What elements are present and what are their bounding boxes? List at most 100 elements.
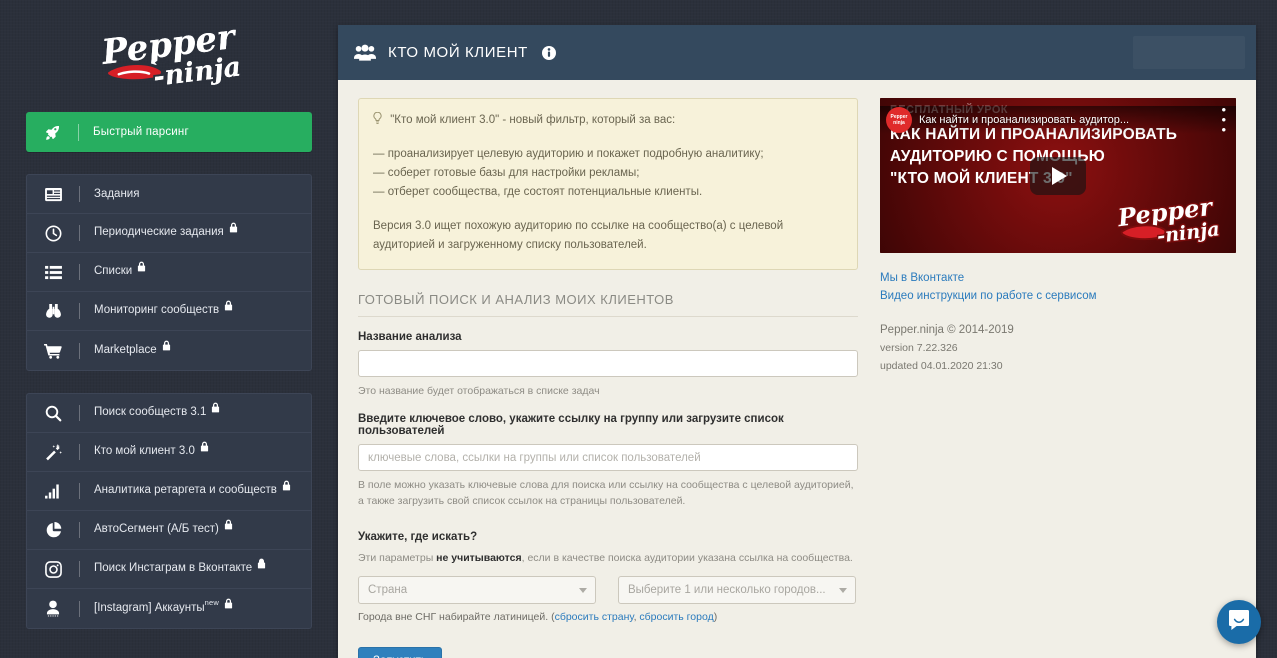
label-text: Кто мой клиент 3.0 <box>94 445 195 457</box>
keyword-hint: В поле можно указать ключевые слова для … <box>358 479 854 507</box>
quick-parsing-button[interactable]: Быстрый парсинг <box>26 112 312 152</box>
sidebar-item-marketplace[interactable]: Marketplace <box>27 331 311 370</box>
alert-bullet-2: — соберет готовые базы для настройки рек… <box>373 167 640 179</box>
users-icon <box>354 44 376 61</box>
side-links: Мы в Вконтакте Видео инструкции по работ… <box>880 269 1236 305</box>
lock-icon <box>229 222 238 236</box>
sidebar: Pepper Pepper -ninja -ninja Быстрый парс… <box>0 0 338 658</box>
sidebar-item-kto-moy-klient[interactable]: Кто мой клиент 3.0 <box>27 433 311 472</box>
lock-icon <box>224 598 233 612</box>
sidebar-item-avtosegment[interactable]: АвтоСегмент (А/Б тест) <box>27 511 311 550</box>
analysis-name-input[interactable] <box>358 350 858 377</box>
country-select-value: Страна <box>368 584 408 596</box>
chat-bubble-icon <box>1227 608 1251 637</box>
quick-parsing-label: Быстрый парсинг <box>93 126 189 138</box>
page-title: КТО МОЙ КЛИЕНТ <box>388 44 528 61</box>
play-icon[interactable] <box>1030 156 1086 195</box>
keyword-label: Введите ключевое слово, укажите ссылку н… <box>358 413 784 437</box>
reset-close: ) <box>713 611 718 623</box>
where-to-search-section: Укажите, где искать? Эти параметры не уч… <box>358 531 858 623</box>
reset-hint: Города вне СНГ набирайте латиницей. (сбр… <box>358 611 858 623</box>
where-hint-suffix: , если в качестве поиска аудитории указа… <box>521 552 853 564</box>
video-instructions-link[interactable]: Видео инструкции по работе с сервисом <box>880 287 1236 305</box>
sidebar-item-monitoring-soobshchestv[interactable]: Мониторинг сообществ <box>27 292 311 331</box>
lock-icon <box>257 558 266 572</box>
info-alert: "Кто мой клиент 3.0" - новый фильтр, кот… <box>358 98 858 270</box>
submit-button[interactable]: Запустить <box>358 647 442 658</box>
where-label: Укажите, где искать? <box>358 531 478 543</box>
lock-icon <box>211 402 220 416</box>
label-text: АвтоСегмент (А/Б тест) <box>94 523 219 535</box>
label-text: Мониторинг сообществ <box>94 304 220 316</box>
lightbulb-icon <box>373 111 385 126</box>
reset-hint-text: Города вне СНГ набирайте латиницей. ( <box>358 611 555 623</box>
sidebar-item-label: Мониторинг сообществ <box>80 300 233 318</box>
header-placeholder <box>1133 36 1245 69</box>
where-hint-prefix: Эти параметры <box>358 552 437 564</box>
sidebar-item-spiski[interactable]: Списки <box>27 253 311 292</box>
pepper-ninja-watermark-icon: Pepper -ninja <box>1114 195 1223 249</box>
alert-spacer <box>373 130 843 145</box>
keyword-input[interactable] <box>358 444 858 471</box>
bar-chart-icon <box>27 483 79 499</box>
alert-spacer-2 <box>373 202 843 217</box>
sidebar-item-zadaniya[interactable]: Задания <box>27 175 311 214</box>
sidebar-item-instagram-akkaunty[interactable]: [Instagram] Аккаунты new <box>27 589 311 628</box>
reset-country-link[interactable]: сбросить страну <box>555 611 634 623</box>
dot-3: • <box>1221 122 1226 137</box>
avatar-logo-text: Pepper ninja <box>890 114 908 126</box>
alert-line1: "Кто мой клиент 3.0" - новый фильтр, кот… <box>390 114 676 126</box>
where-hint: Эти параметры не учитываются, если в кач… <box>358 550 858 566</box>
label-text: Аналитика ретаргета и сообществ <box>94 484 277 496</box>
tutorial-video-player[interactable]: БЕСПЛАТНЫЙ УРОК КАК НАЙТИ И ПРОАНАЛИЗИРО… <box>880 98 1236 253</box>
label-text: Поиск Инстаграм в Вконтакте <box>94 562 253 574</box>
version: version 7.22.326 <box>880 342 958 354</box>
analysis-name-field: Название анализа Это название будет отоб… <box>358 331 858 399</box>
where-hint-bold: не учитываются <box>436 552 522 564</box>
lock-icon <box>137 261 146 275</box>
sidebar-item-label: АвтоСегмент (А/Б тест) <box>80 519 233 537</box>
sidebar-item-poisk-soobshchestv[interactable]: Поиск сообществ 3.1 <box>27 394 311 433</box>
shopping-cart-icon <box>27 343 79 359</box>
chevron-down-icon <box>579 588 587 593</box>
magic-wand-icon <box>27 443 79 461</box>
info-circle-icon[interactable] <box>541 45 556 60</box>
vk-link[interactable]: Мы в Вконтакте <box>880 269 1236 287</box>
label-text: Списки <box>94 265 133 277</box>
keyword-field: Введите ключевое слово, укажите ссылку н… <box>358 413 858 509</box>
more-vertical-icon[interactable]: • • • <box>1217 103 1230 137</box>
sidebar-item-label: Кто мой клиент 3.0 <box>80 441 209 459</box>
main-panel: КТО МОЙ КЛИЕНТ "Кто мой клиент 3.0" - но… <box>338 25 1256 658</box>
lock-icon <box>162 340 171 354</box>
updated: updated 04.01.2020 21:30 <box>880 360 1003 372</box>
label-text: Задания <box>94 188 140 200</box>
sidebar-item-periodicheskie-zadaniya[interactable]: Периодические задания <box>27 214 311 253</box>
chevron-down-icon <box>839 588 847 593</box>
binoculars-icon <box>27 303 79 319</box>
location-selects: Страна Выберите 1 или несколько городов.… <box>358 576 858 604</box>
alert-footer: Версия 3.0 ищет похожую аудиторию по ссы… <box>373 220 784 251</box>
lock-icon <box>224 300 233 314</box>
play-triangle <box>1052 166 1067 185</box>
page-body: "Кто мой клиент 3.0" - новый фильтр, кот… <box>338 80 1256 658</box>
section-title: ГОТОВЫЙ ПОИСК И АНАЛИЗ МОИХ КЛИЕНТОВ <box>358 292 858 317</box>
sidebar-item-poisk-instagram[interactable]: Поиск Инстаграм в Вконтакте <box>27 550 311 589</box>
intercom-chat-button[interactable] <box>1217 600 1261 644</box>
channel-avatar[interactable]: Pepper ninja <box>886 107 912 133</box>
reset-city-link[interactable]: сбросить город <box>639 611 713 623</box>
sidebar-group-tasks: Задания Периодические задания Списки Мон… <box>26 174 312 371</box>
sidebar-item-analitika-retargeta[interactable]: Аналитика ретаргета и сообществ <box>27 472 311 511</box>
app-logo[interactable]: Pepper Pepper -ninja -ninja <box>26 0 312 112</box>
sidebar-item-label: Marketplace <box>80 340 171 358</box>
sidebar-item-label: Периодические задания <box>80 222 238 240</box>
city-select[interactable]: Выберите 1 или несколько городов... <box>618 576 856 604</box>
video-title[interactable]: Как найти и проанализировать аудитор... <box>919 114 1217 126</box>
label-text: [Instagram] Аккаунты <box>94 601 205 614</box>
country-select[interactable]: Страна <box>358 576 596 604</box>
lock-icon <box>200 441 209 455</box>
newspaper-icon <box>27 187 79 202</box>
label-text: Поиск сообществ 3.1 <box>94 406 207 418</box>
pepper-ninja-logo-icon: Pepper Pepper -ninja -ninja <box>97 20 245 95</box>
form-column: "Кто мой клиент 3.0" - новый фильтр, кот… <box>358 98 858 658</box>
alert-bullet-1: — проанализирует целевую аудиторию и пок… <box>373 148 764 160</box>
